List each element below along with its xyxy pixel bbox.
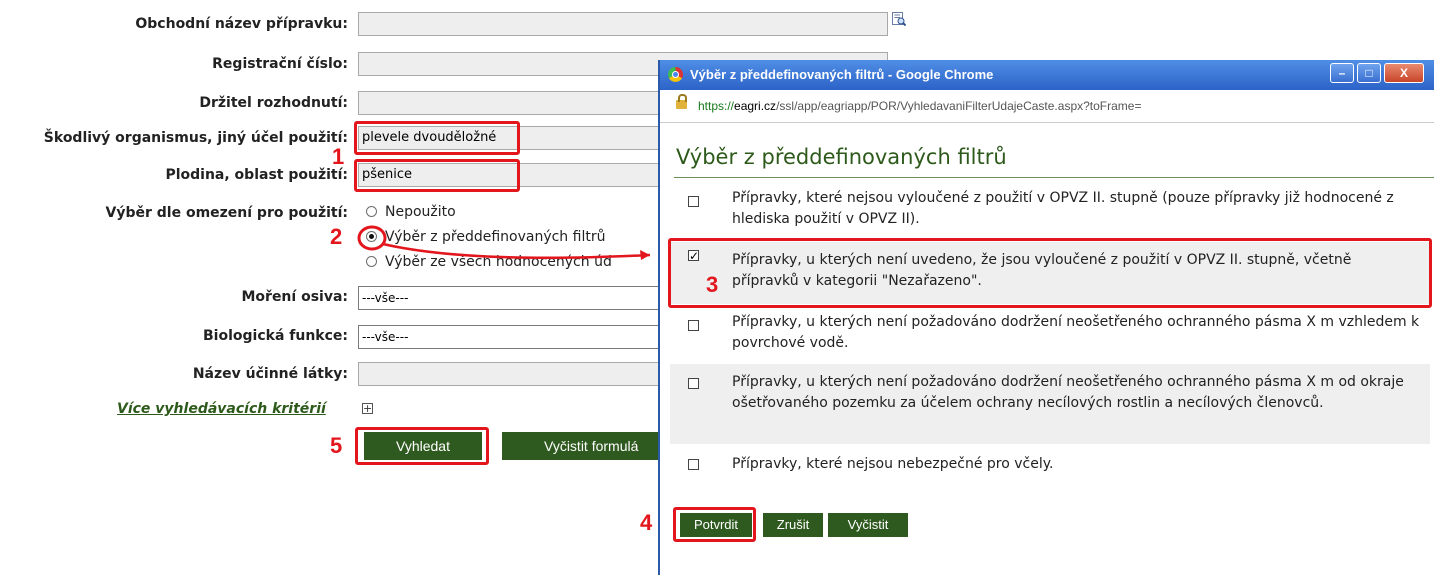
annotation-arrow	[357, 225, 651, 260]
minimize-icon[interactable]: –	[1330, 63, 1354, 83]
filter-checkbox-4[interactable]	[688, 378, 699, 389]
clear-button[interactable]: Vyčistit	[828, 513, 908, 537]
clear-form-button[interactable]: Vyčistit formulá	[502, 432, 662, 460]
cancel-button[interactable]: Zrušit	[763, 513, 823, 537]
lock-icon	[676, 94, 687, 109]
step-number-4: 4	[640, 510, 653, 535]
filter-option-text-4: Přípravky, u kterých není požadováno dod…	[732, 374, 1404, 411]
step-number-2: 2	[330, 224, 343, 249]
popup-url-bar[interactable]: https://eagri.cz/ssl/app/eagriapp/POR/Vy…	[660, 90, 1434, 123]
filter-option-text-3: Přípravky, u kterých není požadováno dod…	[732, 314, 1420, 351]
step-number-1: 1	[332, 144, 345, 169]
highlight-pest	[354, 121, 520, 155]
label-product-name: Obchodní název přípravku:	[135, 16, 348, 32]
label-active-substance: Název účinné látky:	[192, 366, 348, 382]
close-icon[interactable]: X	[1384, 63, 1424, 83]
filter-option-5[interactable]: Přípravky, které nejsou nebezpečné pro v…	[670, 454, 1430, 482]
label-restriction: Výběr dle omezení pro použití:	[105, 205, 349, 221]
biological-function-select[interactable]: ---vše---	[358, 325, 668, 349]
url-host: eagri.cz	[734, 99, 777, 113]
label-seed-treatment: Moření osiva:	[241, 289, 348, 305]
radio-unused[interactable]: Nepoužito	[366, 204, 456, 220]
label-crop: Plodina, oblast použití:	[165, 167, 348, 183]
label-registration-number: Registrační číslo:	[212, 56, 348, 72]
filter-option-text-1: Přípravky, které nejsou vyloučené z použ…	[732, 190, 1394, 227]
highlight-search-button	[355, 427, 489, 465]
highlight-confirm-button	[673, 507, 756, 542]
product-name-input[interactable]	[358, 12, 888, 36]
heading-divider	[674, 177, 1434, 178]
popup-heading: Výběr z předdefinovaných filtrů	[676, 145, 1007, 169]
chrome-icon	[668, 67, 683, 82]
filter-option-text-5: Přípravky, které nejsou nebezpečné pro v…	[732, 456, 1054, 472]
label-biological-function: Biologická funkce:	[203, 328, 348, 344]
filter-option-4[interactable]: Přípravky, u kterých není požadováno dod…	[670, 364, 1430, 444]
active-substance-input[interactable]	[358, 362, 668, 386]
filter-checkbox-3[interactable]	[688, 320, 699, 331]
url-path: /ssl/app/eagriapp/POR/VyhledavaniFilterU…	[776, 99, 1142, 113]
more-criteria-link[interactable]: Více vyhledávacích kritérií	[117, 401, 326, 417]
popup-url: https://eagri.cz/ssl/app/eagriapp/POR/Vy…	[698, 99, 1141, 113]
seed-treatment-select[interactable]: ---vše---	[358, 286, 668, 310]
filter-checkbox-5[interactable]	[688, 459, 699, 470]
filter-popup-window: Výběr z předdefinovaných filtrů - Google…	[658, 60, 1434, 575]
radio-unused-control[interactable]	[366, 205, 377, 217]
maximize-icon[interactable]: □	[1357, 63, 1381, 83]
holder-input[interactable]	[358, 91, 668, 115]
highlight-option-2	[668, 238, 1432, 308]
step-number-3: 3	[706, 272, 719, 297]
filter-checkbox-1[interactable]	[688, 196, 699, 207]
label-pest: Škodlivý organismus, jiný účel použití:	[43, 130, 348, 146]
label-holder: Držitel rozhodnutí:	[199, 95, 348, 111]
popup-window-title: Výběr z předdefinovaných filtrů - Google…	[690, 67, 994, 82]
filter-option-1[interactable]: Přípravky, které nejsou vyloučené z použ…	[670, 188, 1430, 236]
url-scheme: https://	[698, 99, 735, 113]
expand-plus-icon[interactable]: +	[362, 403, 373, 414]
search-icon[interactable]	[892, 12, 906, 26]
radio-unused-label: Nepoužito	[385, 204, 456, 220]
highlight-crop	[354, 159, 520, 192]
step-number-5: 5	[330, 433, 343, 458]
popup-titlebar: Výběr z předdefinovaných filtrů - Google…	[660, 60, 1434, 90]
filter-option-3[interactable]: Přípravky, u kterých není požadováno dod…	[670, 312, 1430, 360]
